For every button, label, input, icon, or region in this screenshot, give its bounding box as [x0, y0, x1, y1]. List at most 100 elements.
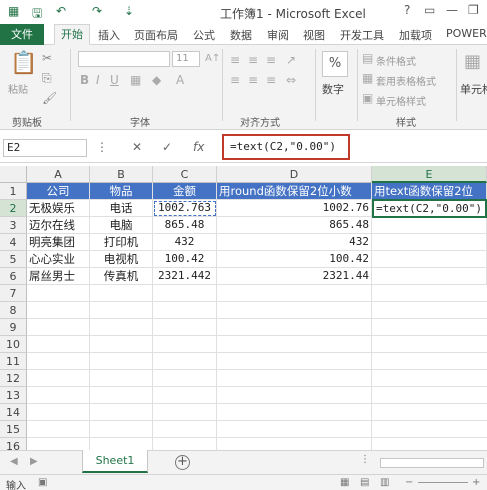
- bold-icon[interactable]: B: [80, 73, 89, 87]
- tab-insert[interactable]: 插入: [98, 27, 120, 43]
- row-header[interactable]: 7: [0, 285, 27, 302]
- row-header[interactable]: 8: [0, 302, 27, 319]
- row-header[interactable]: 11: [0, 353, 27, 370]
- row-header[interactable]: 4: [0, 234, 27, 251]
- row-header[interactable]: 12: [0, 370, 27, 387]
- cell-c3[interactable]: 865.48: [153, 217, 217, 234]
- cell-c4[interactable]: 432: [153, 234, 217, 251]
- minimize-button[interactable]: —: [446, 3, 458, 17]
- select-all-corner[interactable]: [0, 166, 27, 183]
- column-header[interactable]: E: [372, 166, 487, 183]
- underline-icon[interactable]: U: [110, 73, 119, 87]
- cell-e3[interactable]: [372, 217, 487, 234]
- align-middle-icon[interactable]: ≡: [248, 53, 258, 67]
- column-header[interactable]: D: [217, 166, 372, 183]
- align-top-icon[interactable]: ≡: [230, 53, 240, 67]
- row-header[interactable]: 1: [0, 183, 27, 200]
- prev-sheet-icon[interactable]: ◀: [10, 456, 18, 467]
- row-header[interactable]: 2: [0, 200, 27, 217]
- cell-e4[interactable]: [372, 234, 487, 251]
- orientation-icon[interactable]: ↗: [286, 53, 296, 67]
- add-sheet-button[interactable]: +: [175, 455, 190, 470]
- sheet-tab-sheet1[interactable]: Sheet1: [82, 450, 148, 473]
- insert-function-icon[interactable]: fx: [193, 140, 204, 154]
- redo-icon[interactable]: ↷: [92, 4, 102, 18]
- cell-c1[interactable]: 金额: [153, 183, 217, 200]
- page-break-view-icon[interactable]: ▥: [380, 477, 389, 488]
- cell-e1[interactable]: 用text函数保留2位: [372, 183, 487, 200]
- merge-icon[interactable]: ⇔: [286, 73, 296, 87]
- formula-input[interactable]: =text(C2,"0.00"): [222, 134, 350, 160]
- paste-button[interactable]: 粘贴: [8, 81, 28, 96]
- cell-c6[interactable]: 2321.442: [153, 268, 217, 285]
- cell-a4[interactable]: 明亮集团: [27, 234, 90, 251]
- tab-view[interactable]: 视图: [303, 27, 325, 43]
- tab-review[interactable]: 审阅: [267, 27, 289, 43]
- cell-b5[interactable]: 电视机: [90, 251, 153, 268]
- tab-power[interactable]: POWERI: [446, 27, 487, 40]
- paste-icon[interactable]: 📋: [10, 51, 37, 76]
- align-right-icon[interactable]: ≡: [266, 73, 276, 87]
- cut-icon[interactable]: ✂: [42, 51, 52, 65]
- align-center-icon[interactable]: ≡: [248, 73, 258, 87]
- cell-e5[interactable]: [372, 251, 487, 268]
- undo-icon[interactable]: ↶: [56, 4, 66, 18]
- fill-color-icon[interactable]: ◆: [152, 73, 161, 87]
- percent-icon[interactable]: %: [322, 51, 348, 77]
- cell-a2[interactable]: 无极娱乐: [27, 200, 90, 217]
- cell-a3[interactable]: 迈尔在线: [27, 217, 90, 234]
- row-header[interactable]: 13: [0, 387, 27, 404]
- row-header[interactable]: 14: [0, 404, 27, 421]
- row-header[interactable]: 9: [0, 319, 27, 336]
- cell-a6[interactable]: 屌丝男士: [27, 268, 90, 285]
- tab-split-icon[interactable]: ⋮: [360, 454, 370, 465]
- enter-icon[interactable]: ✓: [162, 140, 172, 154]
- cell-d6[interactable]: 2321.44: [217, 268, 372, 285]
- restore-button[interactable]: ❐: [468, 3, 479, 17]
- save-icon[interactable]: 🖫: [32, 4, 42, 25]
- tab-page-layout[interactable]: 页面布局: [134, 27, 178, 43]
- cell-e6[interactable]: [372, 268, 487, 285]
- column-header[interactable]: A: [27, 166, 90, 183]
- row-header[interactable]: 5: [0, 251, 27, 268]
- border-icon[interactable]: ▦: [130, 73, 141, 87]
- zoom-in-icon[interactable]: +: [472, 477, 480, 488]
- zoom-slider[interactable]: [418, 482, 468, 483]
- zoom-out-icon[interactable]: −: [405, 477, 413, 488]
- ribbon-display-button[interactable]: ▭: [424, 3, 435, 17]
- table-format-button[interactable]: 套用表格格式: [376, 73, 436, 88]
- cell-d1[interactable]: 用round函数保留2位小数: [217, 183, 372, 200]
- cancel-icon[interactable]: ✕: [132, 140, 142, 154]
- page-layout-view-icon[interactable]: ▤: [360, 477, 369, 488]
- font-size-select[interactable]: 11: [172, 51, 200, 67]
- conditional-format-button[interactable]: 条件格式: [376, 53, 416, 68]
- cell-d3[interactable]: 865.48: [217, 217, 372, 234]
- tab-addins[interactable]: 加载项: [399, 27, 432, 43]
- tab-home[interactable]: 开始: [54, 24, 90, 45]
- macro-record-icon[interactable]: ▣: [38, 477, 47, 488]
- align-bottom-icon[interactable]: ≡: [266, 53, 276, 67]
- cell-b1[interactable]: 物品: [90, 183, 153, 200]
- cell-d2[interactable]: 1002.76: [217, 200, 372, 217]
- empty-cells-area[interactable]: [27, 285, 487, 450]
- cell-c5[interactable]: 100.42: [153, 251, 217, 268]
- tab-developer[interactable]: 开发工具: [340, 27, 384, 43]
- normal-view-icon[interactable]: ▦: [340, 477, 349, 488]
- cell-a5[interactable]: 心心实业: [27, 251, 90, 268]
- row-header[interactable]: 15: [0, 421, 27, 438]
- cell-b2[interactable]: 电话: [90, 200, 153, 217]
- column-header[interactable]: C: [153, 166, 217, 183]
- grow-font-icon[interactable]: A↑: [205, 53, 220, 64]
- cell-a1[interactable]: 公司: [27, 183, 90, 200]
- tab-file[interactable]: 文件: [0, 24, 44, 45]
- cell-d4[interactable]: 432: [217, 234, 372, 251]
- column-header[interactable]: B: [90, 166, 153, 183]
- next-sheet-icon[interactable]: ▶: [30, 456, 38, 467]
- cells-button[interactable]: 单元格: [460, 81, 487, 97]
- cell-b3[interactable]: 电脑: [90, 217, 153, 234]
- cell-d5[interactable]: 100.42: [217, 251, 372, 268]
- number-format-button[interactable]: 数字: [322, 81, 344, 97]
- align-left-icon[interactable]: ≡: [230, 73, 240, 87]
- horizontal-scrollbar[interactable]: [380, 458, 484, 468]
- tab-formulas[interactable]: 公式: [193, 27, 215, 43]
